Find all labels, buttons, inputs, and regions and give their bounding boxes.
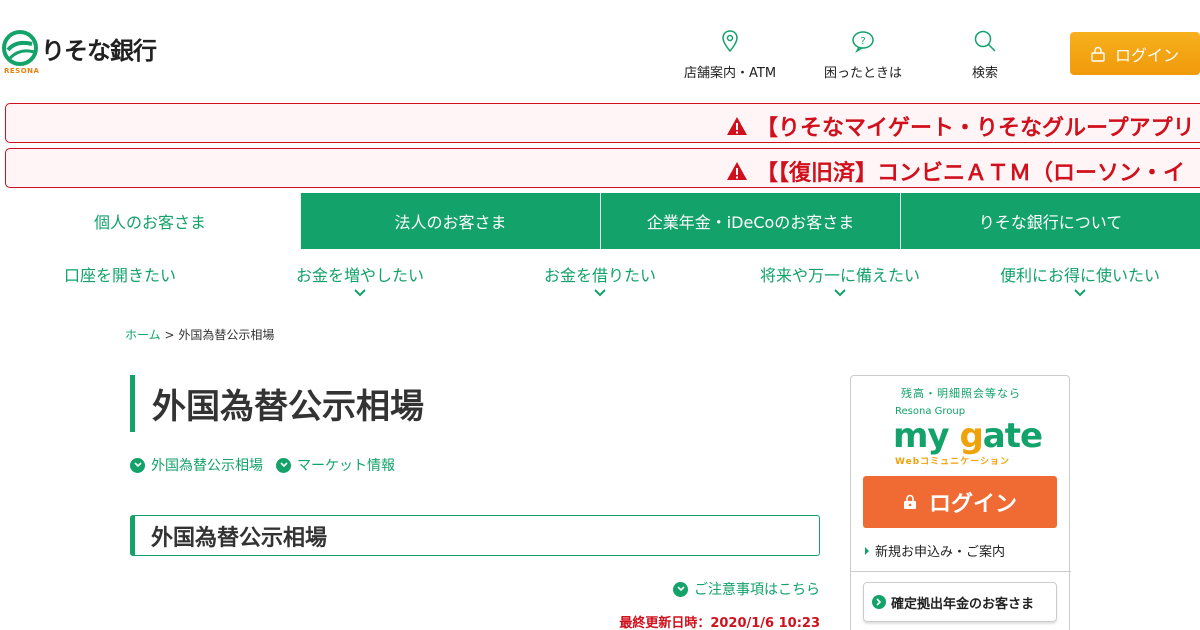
help-label: 困ったときは	[824, 66, 903, 81]
search-icon	[974, 30, 996, 52]
location-pin-icon	[722, 30, 738, 53]
mygate-card: 残高・明細照会等なら Resona Group my gate Webコミュニケ…	[850, 375, 1071, 630]
anchor-link[interactable]: 外国為替公示相場	[130, 455, 263, 475]
submenu-item[interactable]: 便利にお得に使いたい	[960, 262, 1200, 297]
tab-corporate[interactable]: 法人のお客さま	[300, 193, 600, 249]
submenu-label: 口座を開きたい	[63, 266, 176, 285]
resona-logo[interactable]: りそな銀行	[2, 30, 157, 66]
header-login-label: ログイン	[1114, 45, 1179, 65]
tab-personal[interactable]: 個人のお客さま	[0, 193, 300, 249]
tab-about[interactable]: りそな銀行について	[900, 193, 1200, 249]
signup-label: 新規お申込み・ご案内	[875, 545, 1006, 560]
chevron-down-icon	[594, 289, 606, 297]
chevron-down-circle-icon	[276, 457, 291, 473]
lock-icon	[1091, 46, 1105, 62]
header: りそな銀行 RESONA 店舗案内・ATM ? 困ったときは 検索 ログイン	[0, 0, 1200, 100]
notice-label: ご注意事項はこちら	[694, 582, 820, 598]
tab-pension-ideco[interactable]: 企業年金・iDeCoのお客さま	[600, 193, 900, 249]
chevron-right-circle-icon	[872, 595, 886, 609]
store-atm-label: 店舗案内・ATM	[684, 66, 777, 81]
logo-sub: RESONA	[4, 67, 40, 75]
brand-rest: ate	[982, 416, 1043, 456]
alert-banner[interactable]: 【りそなマイゲート・りそなグループアプリ	[5, 103, 1200, 143]
lock-icon	[903, 494, 916, 509]
warning-icon	[727, 117, 747, 135]
signup-link[interactable]: 新規お申込み・ご案内	[865, 541, 1005, 560]
notice-link[interactable]: ご注意事項はこちら	[673, 579, 820, 599]
submenu-label: お金を増やしたい	[295, 266, 424, 285]
chevron-down-icon	[834, 289, 846, 297]
submenu-item[interactable]: お金を借りたい	[480, 262, 720, 297]
section-title: 外国為替公示相場	[130, 515, 820, 556]
store-atm-link[interactable]: 店舗案内・ATM	[684, 28, 776, 81]
breadcrumb-separator: >	[164, 328, 175, 342]
help-bubble-icon: ?	[852, 31, 874, 53]
chevron-down-icon	[1074, 289, 1086, 297]
main-tabs: 個人のお客さま 法人のお客さま 企業年金・iDeCoのお客さま りそな銀行につい…	[0, 193, 1200, 249]
pension-label: 確定拠出年金のお客さま	[891, 596, 1035, 612]
page: りそな銀行 RESONA 店舗案内・ATM ? 困ったときは 検索 ログイン 【…	[0, 0, 1200, 630]
alert-banner[interactable]: 【【復旧済】コンビニＡＴＭ（ローソン・イ	[5, 148, 1200, 188]
mygate-login-label: ログイン	[928, 492, 1017, 517]
svg-text:?: ?	[860, 36, 865, 47]
warning-icon	[727, 162, 747, 180]
breadcrumb: ホーム > 外国為替公示相場	[125, 326, 274, 343]
submenu-item[interactable]: 口座を開きたい	[0, 262, 240, 286]
submenu-item[interactable]: お金を増やしたい	[240, 262, 480, 297]
submenu-item[interactable]: 将来や万一に備えたい	[720, 262, 960, 297]
chevron-down-icon	[354, 289, 366, 297]
card-divider	[851, 571, 1071, 572]
search-link[interactable]: 検索	[972, 28, 998, 81]
triangle-right-icon	[865, 546, 869, 555]
help-link[interactable]: ? 困ったときは	[824, 28, 902, 81]
chevron-down-circle-icon	[130, 457, 145, 473]
sub-menu: 口座を開きたい お金を増やしたい お金を借りたい 将来や万一に備えたい 便利にお…	[0, 262, 1200, 306]
logo-text: りそな銀行	[41, 36, 157, 65]
card-sub: Webコミュニケーション	[895, 457, 1010, 467]
page-title: 外国為替公示相場	[130, 375, 424, 432]
anchor-label: 外国為替公示相場	[151, 458, 263, 474]
anchor-label: マーケット情報	[297, 458, 395, 474]
pension-button[interactable]: 確定拠出年金のお客さま	[863, 582, 1057, 622]
last-updated: 最終更新日時：2020/1/6 10:23	[619, 616, 820, 630]
submenu-label: お金を借りたい	[543, 266, 656, 285]
chevron-down-circle-icon	[673, 581, 688, 597]
breadcrumb-home[interactable]: ホーム	[125, 328, 161, 342]
submenu-label: 便利にお得に使いたい	[999, 266, 1160, 285]
header-login-button[interactable]: ログイン	[1070, 32, 1200, 75]
search-label: 検索	[972, 66, 999, 81]
card-caption: 残高・明細照会等なら	[901, 387, 1021, 400]
brand-my: my	[893, 416, 960, 456]
alert-text: 【りそなマイゲート・りそなグループアプリ	[756, 116, 1195, 141]
breadcrumb-current: 外国為替公示相場	[178, 328, 275, 342]
resona-mark-icon	[2, 30, 38, 66]
submenu-label: 将来や万一に備えたい	[759, 266, 920, 285]
anchor-link[interactable]: マーケット情報	[276, 455, 395, 475]
mygate-logo: my gate	[893, 416, 1043, 456]
brand-g: g	[959, 416, 983, 456]
alert-text: 【【復旧済】コンビニＡＴＭ（ローソン・イ	[756, 161, 1186, 186]
mygate-login-button[interactable]: ログイン	[863, 476, 1057, 528]
